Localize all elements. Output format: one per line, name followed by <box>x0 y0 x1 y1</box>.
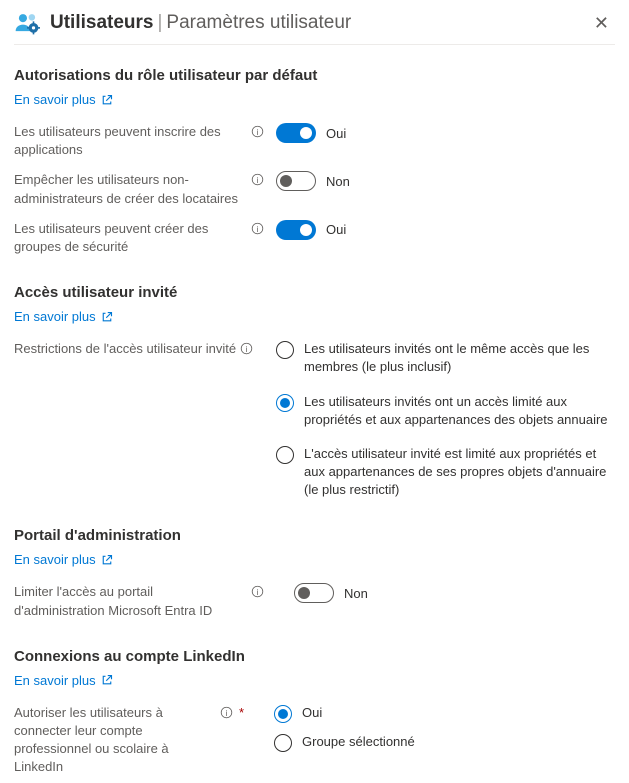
row-label: Les utilisateurs peuvent créer des group… <box>14 220 247 256</box>
radio-label: L'accès utilisateur invité est limité au… <box>304 445 615 500</box>
required-asterisk: * <box>239 704 244 722</box>
row-prevent-tenant: Empêcher les utilisateurs non-administra… <box>14 165 615 213</box>
toggle-prevent-tenant[interactable] <box>276 171 316 191</box>
learn-more-link[interactable]: En savoir plus <box>14 552 113 567</box>
toggle-state-label: Non <box>326 174 350 189</box>
external-link-icon <box>101 94 113 106</box>
learn-more-link[interactable]: En savoir plus <box>14 673 113 688</box>
info-icon[interactable]: i <box>251 222 264 235</box>
svg-text:i: i <box>257 176 259 185</box>
learn-more-label: En savoir plus <box>14 309 96 324</box>
users-gear-icon <box>14 10 40 36</box>
radio-guest-own-only[interactable]: L'accès utilisateur invité est limité au… <box>276 445 615 500</box>
page-title: Utilisateurs|Paramètres utilisateur <box>50 12 351 34</box>
radio-linkedin-group[interactable]: Groupe sélectionné <box>274 733 615 752</box>
learn-more-link[interactable]: En savoir plus <box>14 92 113 107</box>
radio-label: Les utilisateurs invités ont un accès li… <box>304 393 615 429</box>
row-label: Empêcher les utilisateurs non-administra… <box>14 171 247 207</box>
row-register-apps: Les utilisateurs peuvent inscrire des ap… <box>14 117 615 165</box>
section-guest-access: Accès utilisateur invité En savoir plus … <box>14 284 615 505</box>
info-icon[interactable]: i <box>251 585 264 598</box>
toggle-state-label: Non <box>344 586 368 601</box>
row-label: Restrictions de l'accès utilisateur invi… <box>14 340 236 358</box>
section-admin-portal: Portail d'administration En savoir plus … <box>14 527 615 625</box>
svg-text:i: i <box>257 588 259 597</box>
radio-linkedin-yes[interactable]: Oui <box>274 704 615 723</box>
section-title: Accès utilisateur invité <box>14 284 615 301</box>
radio-label: Oui <box>302 704 322 722</box>
close-button[interactable]: ✕ <box>588 12 615 34</box>
svg-text:i: i <box>257 225 259 234</box>
learn-more-label: En savoir plus <box>14 673 96 688</box>
external-link-icon <box>101 554 113 566</box>
info-icon[interactable]: i <box>220 706 233 719</box>
svg-text:i: i <box>226 709 228 718</box>
section-title: Autorisations du rôle utilisateur par dé… <box>14 67 615 84</box>
info-icon[interactable]: i <box>251 173 264 186</box>
learn-more-label: En savoir plus <box>14 552 96 567</box>
external-link-icon <box>101 311 113 323</box>
svg-text:i: i <box>246 345 248 354</box>
radio-guest-same-access[interactable]: Les utilisateurs invités ont le même acc… <box>276 340 615 376</box>
learn-more-link[interactable]: En savoir plus <box>14 309 113 324</box>
radio-icon <box>276 446 294 464</box>
learn-more-label: En savoir plus <box>14 92 96 107</box>
radio-icon <box>274 705 292 723</box>
toggle-register-apps[interactable] <box>276 123 316 143</box>
toggle-state-label: Oui <box>326 222 346 237</box>
row-label: Autoriser les utilisateurs à connecter l… <box>14 704 216 777</box>
row-label: Limiter l'accès au portail d'administrat… <box>14 583 247 619</box>
section-title: Portail d'administration <box>14 527 615 544</box>
radio-icon <box>276 394 294 412</box>
toggle-admin-portal[interactable] <box>294 583 334 603</box>
section-title: Connexions au compte LinkedIn <box>14 648 615 665</box>
toggle-security-groups[interactable] <box>276 220 316 240</box>
radio-guest-limited[interactable]: Les utilisateurs invités ont un accès li… <box>276 393 615 429</box>
section-linkedin: Connexions au compte LinkedIn En savoir … <box>14 648 615 783</box>
info-icon[interactable]: i <box>251 125 264 138</box>
row-admin-portal-restrict: Limiter l'accès au portail d'administrat… <box>14 577 615 625</box>
info-icon[interactable]: i <box>240 342 253 355</box>
external-link-icon <box>101 674 113 686</box>
section-default-role: Autorisations du rôle utilisateur par dé… <box>14 67 615 262</box>
toggle-state-label: Oui <box>326 126 346 141</box>
radio-label: Groupe sélectionné <box>302 733 415 751</box>
radio-icon <box>274 734 292 752</box>
row-label: Les utilisateurs peuvent inscrire des ap… <box>14 123 247 159</box>
svg-text:i: i <box>257 128 259 137</box>
radio-icon <box>276 341 294 359</box>
page-header: Utilisateurs|Paramètres utilisateur ✕ <box>14 10 615 45</box>
row-linkedin-connect: Autoriser les utilisateurs à connecter l… <box>14 698 615 783</box>
radio-label: Les utilisateurs invités ont le même acc… <box>304 340 615 376</box>
row-security-groups: Les utilisateurs peuvent créer des group… <box>14 214 615 262</box>
row-guest-restrictions: Restrictions de l'accès utilisateur invi… <box>14 334 615 505</box>
